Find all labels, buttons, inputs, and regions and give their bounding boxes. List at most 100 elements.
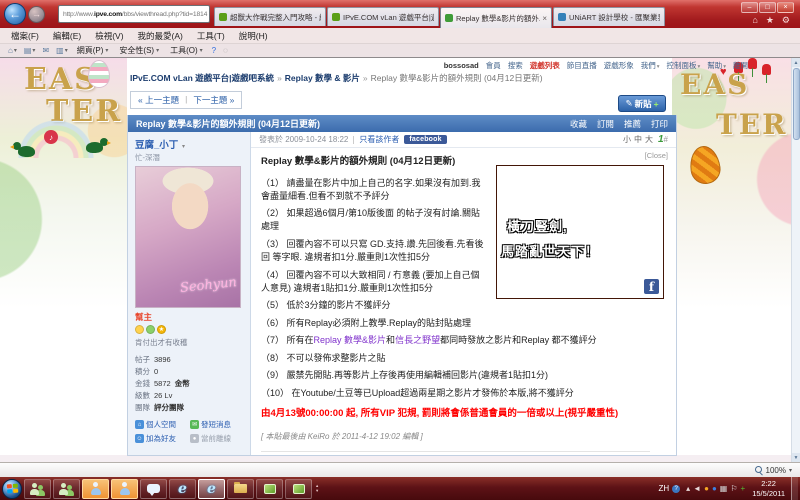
thread-action-link[interactable]: 打印 [651,118,668,130]
messenger-user2-icon[interactable] [111,479,138,499]
settings-gear-icon[interactable]: ⚙ [782,15,790,26]
userbar-link[interactable]: 遊戲列表 [530,60,560,71]
chat-window-icon[interactable] [140,479,167,499]
author-avatar[interactable]: Seohyun [135,166,241,308]
maximize-button[interactable]: □ [759,2,776,13]
start-button[interactable] [2,479,22,499]
page-scrollbar[interactable]: ▲ ▼ [791,58,800,462]
address-bar[interactable]: http://www.ipve.com/bbs/viewthread.php?t… [58,5,210,23]
author-action-4[interactable]: ●當前離線 [190,433,243,444]
home-icon[interactable]: ⌂ [752,15,757,26]
browser-tab[interactable]: IPvE.COM vLan 遊戲平台|遊戲... [327,7,439,26]
author-action-3[interactable]: ☺加為好友 [135,433,188,444]
userbar-link[interactable]: 節目直播 [567,60,597,71]
userbar-link[interactable]: 會員 [486,60,501,71]
browser-tab[interactable]: 超獸大作戰完整入門攻略 - 網... [214,7,326,26]
menu-item[interactable]: 檔案(F) [4,30,46,42]
command-button[interactable]: 工具(O)▾ [166,45,207,56]
userbar-link[interactable]: 我們▾ [641,60,660,71]
only-author-link[interactable]: 只看該作者 [359,134,399,145]
facebook-share-button[interactable]: facebook [404,135,446,144]
board-link[interactable]: 信長之野望 [395,335,440,345]
mail-icon[interactable]: ✉ [40,46,51,55]
logged-in-username[interactable]: bossosad [444,61,479,70]
forward-button[interactable]: → [28,6,45,23]
messenger-tray-icon[interactable]: ● [704,485,709,493]
thread-action-link[interactable]: 推薦 [624,118,641,130]
explorer-folder-icon[interactable] [227,479,254,499]
show-desktop-button[interactable] [791,477,798,500]
menu-item[interactable]: 檢視(V) [88,30,130,42]
userbar-link[interactable]: 控制面板▾ [666,60,700,71]
language-indicator[interactable]: ZH ? [658,484,680,493]
author-name-link[interactable]: 豆腐_小丁 ▾ [135,137,243,151]
scroll-up-icon[interactable]: ▲ [792,58,800,67]
rule-text: 和 [386,335,395,345]
messenger-user-icon[interactable] [82,479,109,499]
help-icon[interactable]: ? [210,46,218,55]
menu-item[interactable]: 說明(H) [232,30,275,42]
messenger-contacts-icon[interactable] [24,479,51,499]
breadcrumb-segment[interactable]: IPvE.COM vLan 遊戲平台|遊戲吧系統 [130,73,274,83]
green-app-icon[interactable] [256,479,283,499]
font-size-link[interactable]: 大 [645,135,653,144]
userbar-link[interactable]: 幫助▾ [707,60,726,71]
action-center-icon[interactable]: ⚐ [730,485,737,493]
userbar-link[interactable]: 搜索 [508,60,523,71]
internet-explorer-active-icon[interactable]: e [198,479,225,499]
app-tray-icon[interactable]: ● [712,485,717,493]
menu-item[interactable]: 我的最愛(A) [131,30,190,42]
antivirus-icon[interactable]: + [741,485,746,493]
internet-explorer-icon[interactable]: e [169,479,196,499]
ad-banner-image[interactable]: 橫刀豎劍, 馬踏亂世天下！ f [496,165,664,299]
taskbar-spinner[interactable]: ▴ ▾ [316,484,318,493]
minimize-button[interactable]: – [741,2,758,13]
breadcrumb-segment[interactable]: Replay 數學 & 影片 [285,73,360,83]
zoom-control[interactable]: 100% ▾ [752,466,792,475]
close-button[interactable]: × [777,2,794,13]
author-status: 忙-深潛 [135,152,243,163]
next-topic-link[interactable]: 下一主題 » [193,94,234,106]
font-size-link[interactable]: 小 [623,135,631,144]
author-action-1[interactable]: ⌂個人空間 [135,419,188,430]
menu-item[interactable]: 工具(T) [190,30,232,42]
board-link[interactable]: Replay 數學&影片 [314,335,387,345]
print-icon[interactable]: ▥▾ [54,46,70,55]
ime-help-icon[interactable]: ? [672,485,680,493]
taskbar-clock[interactable]: 2:22 15/5/2011 [752,479,785,499]
volume-icon[interactable]: ◄ [693,485,701,493]
post-body: 發表於 2009-10-24 18:22 只看該作者 facebook 小中大 … [251,132,676,455]
new-post-button[interactable]: ✎ 新貼 + [618,95,666,112]
userbar-link[interactable]: 離開 [733,60,748,71]
scroll-down-icon[interactable]: ▼ [792,453,800,462]
thread-action-link[interactable]: 收藏 [570,118,587,130]
font-size-link[interactable]: 中 [634,135,642,144]
hidden-icons-icon[interactable]: ▴ [686,485,690,493]
home-icon[interactable]: ⌂▾ [6,46,19,55]
url-text[interactable]: http://www.ipve.com/bbs/viewthread.php?t… [63,11,207,18]
facebook-icon[interactable]: f [644,279,659,294]
thread-action-link[interactable]: 訂閱 [597,118,614,130]
favorites-star-icon[interactable]: ★ [766,15,774,26]
back-button[interactable]: ← [4,3,26,25]
messenger-contacts2-icon[interactable] [53,479,80,499]
breadcrumb-segment[interactable]: Replay 數學&影片的額外規則 (04月12日更新) [371,73,543,83]
addon-status-icon[interactable]: ◌ [221,46,230,55]
scrollbar-thumb[interactable] [793,68,800,140]
spin-down-icon[interactable]: ▾ [316,489,318,494]
ad-close-link[interactable]: [Close] [645,151,668,160]
green-app2-icon[interactable] [285,479,312,499]
browser-tab[interactable]: Replay 數學&影片的額外...× [440,7,552,28]
feed-icon[interactable]: ▤▾ [22,46,38,55]
userbar-link[interactable]: 遊戲形象 [604,60,634,71]
author-action-2[interactable]: ✉發短消息 [190,419,243,430]
tab-close-icon[interactable]: × [542,14,547,23]
browser-tab[interactable]: UNiART 設計學校 - 匯聚業界... [553,7,665,26]
prev-topic-link[interactable]: « 上一主題 [138,94,179,106]
menu-bar: 檔案(F)編輯(E)檢視(V)我的最愛(A)工具(T)說明(H) [0,28,800,44]
menu-item[interactable]: 編輯(E) [46,30,88,42]
post-row: 豆腐_小丁 ▾ 忙-深潛 Seohyun 幫主 ★ 肯付出才有收穫 帖子3896… [128,132,676,455]
network-icon[interactable]: ▦ [720,485,728,493]
command-button[interactable]: 網頁(P)▾ [73,45,113,56]
command-button[interactable]: 安全性(S)▾ [115,45,163,56]
